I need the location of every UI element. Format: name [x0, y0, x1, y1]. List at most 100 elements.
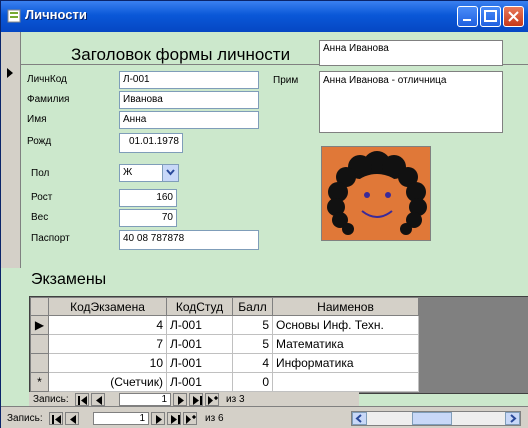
horizontal-scrollbar[interactable]	[351, 411, 521, 426]
table-cell[interactable]: 0	[232, 372, 273, 392]
close-button[interactable]	[503, 6, 524, 27]
maximize-button[interactable]	[480, 6, 501, 27]
scroll-right-icon	[510, 414, 517, 423]
subform-record-count: из 3	[226, 394, 245, 405]
main-record-number[interactable]: 1	[93, 412, 149, 425]
surname-field[interactable]: Иванова	[119, 91, 259, 109]
main-record-count: из 6	[205, 413, 224, 424]
name-display-field[interactable]: Анна Иванова	[319, 40, 503, 66]
next-record-icon	[156, 415, 162, 424]
row-selector[interactable]	[30, 353, 49, 373]
code-field[interactable]: Л-001	[119, 71, 259, 89]
code-label: ЛичнКод	[27, 74, 67, 85]
form-icon	[7, 9, 21, 23]
sex-label: Пол	[31, 168, 50, 179]
exams-subform: КодЭкзамена КодСтуд Балл Наименов ▶ 4 Л-…	[29, 296, 528, 394]
table-cell[interactable]: 10	[48, 353, 167, 373]
row-selector[interactable]	[30, 334, 49, 354]
record-selector[interactable]	[1, 32, 21, 268]
exams-table: КодЭкзамена КодСтуд Балл Наименов ▶ 4 Л-…	[30, 297, 419, 392]
table-cell[interactable]: (Счетчик)	[48, 372, 167, 392]
column-header[interactable]: Наименов	[272, 297, 419, 316]
table-cell[interactable]: Основы Инф. Техн.	[272, 315, 419, 335]
last-record-button[interactable]	[189, 393, 203, 406]
chevron-down-icon[interactable]	[162, 165, 178, 181]
main-first-record-button[interactable]	[49, 412, 63, 425]
main-last-record-button[interactable]	[167, 412, 181, 425]
title-bar: Личности	[1, 1, 528, 32]
name-label: Имя	[27, 114, 47, 125]
column-header[interactable]: Балл	[232, 297, 273, 316]
column-header[interactable]: КодСтуд	[166, 297, 233, 316]
note-label: Прим	[273, 75, 299, 86]
table-cell[interactable]: 4	[232, 353, 273, 373]
subform-record-number[interactable]: 1	[119, 393, 171, 406]
new-record-button[interactable]	[205, 393, 219, 406]
weight-label: Вес	[31, 212, 49, 223]
prev-record-icon	[70, 415, 76, 424]
main-next-record-button[interactable]	[151, 412, 165, 425]
table-cell[interactable]: Л-001	[166, 334, 233, 354]
table-cell[interactable]: 7	[48, 334, 167, 354]
passport-label: Паспорт	[31, 233, 70, 244]
main-nav-label: Запись:	[7, 413, 43, 424]
minimize-icon	[463, 19, 471, 21]
main-prev-record-button[interactable]	[65, 412, 79, 425]
prev-record-icon	[96, 396, 102, 405]
table-cell[interactable]	[272, 372, 419, 392]
main-navigation-bar: Запись: 1 из 6	[1, 406, 528, 428]
next-record-button[interactable]	[173, 393, 187, 406]
person-photo[interactable]	[321, 146, 431, 241]
new-record-icon	[186, 415, 196, 424]
table-cell[interactable]: Информатика	[272, 353, 419, 373]
birth-field[interactable]: 01.01.1978	[119, 133, 183, 153]
scroll-right-button[interactable]	[505, 412, 520, 425]
window-title: Личности	[25, 7, 87, 22]
exams-heading: Экзамены	[31, 271, 107, 288]
weight-field[interactable]: 70	[119, 209, 177, 227]
window: Личности Заголовок формы личности Анна И…	[0, 0, 528, 428]
table-row[interactable]: ▶ 4 Л-001 5 Основы Инф. Техн.	[30, 315, 419, 335]
table-row[interactable]: 10 Л-001 4 Информатика	[30, 353, 419, 373]
maximize-icon	[484, 10, 497, 22]
new-row-selector[interactable]: *	[30, 372, 49, 392]
name-field[interactable]: Анна	[119, 111, 259, 129]
next-record-icon	[178, 396, 184, 405]
current-record-icon	[7, 68, 13, 78]
new-record-icon	[208, 396, 218, 405]
main-new-record-button[interactable]	[183, 412, 197, 425]
last-record-icon	[171, 415, 180, 424]
passport-field[interactable]: 40 08 787878	[119, 230, 259, 250]
table-cell[interactable]: Л-001	[166, 315, 233, 335]
scroll-thumb[interactable]	[412, 412, 452, 425]
table-cell[interactable]: Л-001	[166, 372, 233, 392]
birth-label: Рожд	[27, 136, 52, 147]
last-record-icon	[193, 396, 202, 405]
table-row[interactable]: 7 Л-001 5 Математика	[30, 334, 419, 354]
table-cell[interactable]: 5	[232, 315, 273, 335]
corner-cell	[30, 297, 49, 316]
table-cell[interactable]: Л-001	[166, 353, 233, 373]
first-record-button[interactable]	[75, 393, 89, 406]
row-selector[interactable]: ▶	[30, 315, 49, 335]
height-field[interactable]: 160	[119, 189, 177, 207]
close-icon	[508, 11, 519, 22]
table-cell[interactable]: Математика	[272, 334, 419, 354]
scroll-left-icon	[355, 414, 362, 423]
minimize-button[interactable]	[457, 6, 478, 27]
sex-combo[interactable]: Ж	[119, 164, 179, 182]
scroll-left-button[interactable]	[352, 412, 367, 425]
note-field[interactable]: Анна Иванова - отличница	[319, 71, 503, 133]
table-row-new[interactable]: * (Счетчик) Л-001 0	[30, 372, 419, 392]
column-header[interactable]: КодЭкзамена	[48, 297, 167, 316]
sex-value: Ж	[123, 167, 133, 178]
table-cell[interactable]: 5	[232, 334, 273, 354]
height-label: Рост	[31, 192, 53, 203]
surname-label: Фамилия	[27, 94, 70, 105]
form-heading: Заголовок формы личности	[71, 45, 291, 64]
first-record-icon	[78, 396, 87, 405]
table-cell[interactable]: 4	[48, 315, 167, 335]
subform-nav-label: Запись:	[33, 394, 69, 405]
prev-record-button[interactable]	[91, 393, 105, 406]
first-record-icon	[52, 415, 61, 424]
